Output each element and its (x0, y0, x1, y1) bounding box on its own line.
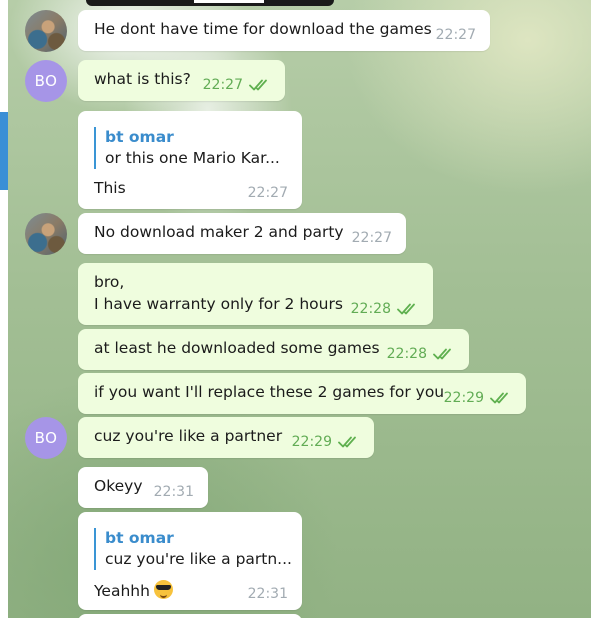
message-time: 22:31 (247, 586, 288, 602)
message-meta: 22:28 (387, 346, 455, 362)
reply-quote[interactable]: bt omar or this one Mario Kar... (94, 127, 286, 169)
double-check-icon (433, 348, 451, 360)
message-bubble-partial[interactable] (78, 614, 302, 618)
message-meta: 22:27 (352, 230, 392, 246)
message-time: 22:29 (443, 390, 484, 406)
message-time: 22:31 (153, 484, 194, 500)
message-bubble[interactable]: bt omar or this one Mario Kar... This 22… (78, 111, 302, 209)
message-text: He dont have time for download the games (94, 20, 432, 38)
double-check-icon (249, 79, 267, 91)
message-meta: 22:27 (248, 185, 288, 201)
message-meta: 22:27 (203, 77, 271, 93)
message-text: Yeahhh (94, 582, 150, 600)
contact-avatar[interactable] (25, 213, 67, 255)
message-meta: 22:27 (436, 27, 476, 43)
reply-author: bt omar (105, 128, 174, 146)
message-meta: 22:31 (248, 586, 288, 602)
message-time: 22:28 (386, 346, 427, 362)
message-bubble[interactable]: cuz you're like a partner 22:29 (78, 417, 374, 458)
message-text: if you want I'll replace these 2 games f… (94, 383, 445, 401)
message-time: 22:27 (202, 77, 243, 93)
reply-quote[interactable]: bt omar cuz you're like a partn... (94, 528, 292, 570)
message-bubble[interactable]: Okeyy 22:31 (78, 467, 208, 508)
message-text: No download maker 2 and party (94, 223, 344, 241)
reply-text: cuz you're like a partn... (105, 550, 292, 568)
message-text: at least he downloaded some games (94, 339, 380, 357)
message-content: Yeahhh (94, 580, 173, 600)
double-check-icon (397, 303, 415, 315)
sidebar-edge-accent (0, 112, 8, 190)
sunglasses-emoji-icon (153, 580, 173, 599)
double-check-icon (490, 392, 508, 404)
message-bubble[interactable]: at least he downloaded some games 22:28 (78, 329, 469, 370)
message-time: 22:27 (435, 27, 476, 43)
message-bubble[interactable]: if you want I'll replace these 2 games f… (78, 373, 526, 414)
message-bubble[interactable]: No download maker 2 and party 22:27 (78, 213, 406, 254)
message-time: 22:28 (350, 301, 391, 317)
reply-author: bt omar (105, 529, 174, 547)
message-text: Okeyy (94, 477, 143, 495)
message-text-line: bro, (94, 273, 125, 291)
message-time: 22:27 (351, 230, 392, 246)
chat-area: He dont have time for download the games… (8, 0, 591, 618)
message-text: This (94, 179, 126, 197)
user-avatar[interactable]: BO (25, 417, 67, 459)
message-bubble[interactable]: what is this? 22:27 (78, 60, 285, 101)
message-bubble[interactable]: He dont have time for download the games… (78, 10, 490, 51)
message-meta: 22:29 (292, 434, 360, 450)
message-bubble[interactable]: bro, I have warranty only for 2 hours 22… (78, 263, 433, 325)
message-time: 22:27 (247, 185, 288, 201)
reply-text: or this one Mario Kar... (105, 149, 280, 167)
media-thumbnail-edge[interactable] (86, 0, 334, 6)
contact-avatar[interactable] (25, 10, 67, 52)
message-meta: 22:31 (154, 484, 194, 500)
message-bubble[interactable]: bt omar cuz you're like a partn... Yeahh… (78, 512, 302, 610)
message-text-line: I have warranty only for 2 hours (94, 295, 343, 313)
message-text: what is this? (94, 70, 191, 88)
message-meta: 22:29 (444, 390, 512, 406)
double-check-icon (338, 436, 356, 448)
user-avatar[interactable]: BO (25, 60, 67, 102)
message-time: 22:29 (291, 434, 332, 450)
message-meta: 22:28 (351, 301, 419, 317)
message-text: cuz you're like a partner (94, 427, 283, 445)
